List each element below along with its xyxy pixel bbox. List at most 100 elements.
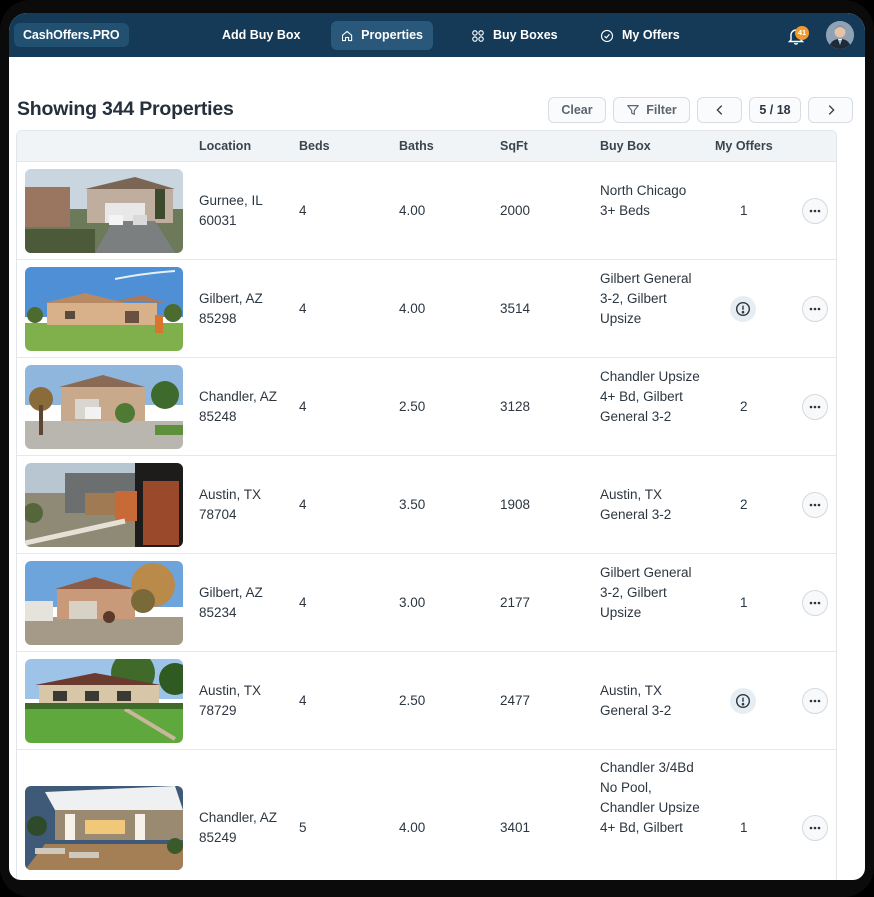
offers-count: 1 bbox=[740, 203, 748, 218]
sqft: 3128 bbox=[500, 399, 531, 414]
page-title: Showing 344 Properties bbox=[17, 98, 234, 120]
more-options-button[interactable] bbox=[802, 198, 828, 224]
baths: 4.00 bbox=[399, 203, 426, 218]
buy-box: Austin, TX General 3-2 bbox=[600, 487, 672, 522]
more-options-button[interactable] bbox=[802, 688, 828, 714]
offers-count: 2 bbox=[740, 399, 748, 414]
column-sqft[interactable]: SqFt bbox=[500, 139, 528, 153]
nav-my-offers[interactable]: My Offers bbox=[590, 21, 690, 50]
app-screen: CashOffers.PRO Add Buy Box Properties Bu… bbox=[9, 13, 865, 880]
location: Chandler, AZ 85248 bbox=[199, 389, 278, 424]
baths: 4.00 bbox=[399, 301, 426, 316]
more-horizontal-icon bbox=[809, 405, 821, 409]
sqft: 1908 bbox=[500, 497, 531, 512]
beds: 5 bbox=[299, 820, 307, 835]
more-options-button[interactable] bbox=[802, 296, 828, 322]
buy-box: Austin, TX General 3-2 bbox=[600, 683, 672, 718]
more-options-button[interactable] bbox=[802, 394, 828, 420]
sqft: 3401 bbox=[500, 820, 531, 835]
next-page-button[interactable] bbox=[808, 97, 853, 123]
table-row[interactable]: Austin, TX 78704 4 3.50 1908 Austin, TX … bbox=[17, 456, 836, 554]
nav-my-offers-label: My Offers bbox=[622, 28, 680, 42]
check-circle-icon bbox=[600, 29, 614, 42]
more-horizontal-icon bbox=[809, 699, 821, 703]
page-indicator: 5 / 18 bbox=[749, 97, 801, 123]
clear-button[interactable]: Clear bbox=[548, 97, 606, 123]
property-photo[interactable] bbox=[25, 267, 183, 351]
more-options-button[interactable] bbox=[802, 492, 828, 518]
home-icon bbox=[341, 30, 353, 41]
table-row[interactable]: Austin, TX 78729 4 2.50 2477 Austin, TX … bbox=[17, 652, 836, 750]
beds: 4 bbox=[299, 693, 307, 708]
location: Gilbert, AZ 85298 bbox=[199, 291, 263, 326]
clear-button-label: Clear bbox=[561, 103, 593, 117]
column-baths[interactable]: Baths bbox=[399, 139, 434, 153]
more-horizontal-icon bbox=[809, 503, 821, 507]
chevron-right-icon bbox=[828, 105, 835, 115]
filter-button[interactable]: Filter bbox=[613, 97, 690, 123]
no-offer-alert[interactable] bbox=[730, 688, 756, 714]
table-row[interactable]: Gurnee, IL 60031 4 4.00 2000 North Chica… bbox=[17, 162, 836, 260]
buy-box: Chandler 3/4Bd No Pool, Chandler Upsize … bbox=[600, 760, 700, 835]
beds: 4 bbox=[299, 203, 307, 218]
alert-circle-icon bbox=[735, 301, 751, 317]
sqft: 2000 bbox=[500, 203, 531, 218]
property-photo[interactable] bbox=[25, 561, 183, 645]
column-location[interactable]: Location bbox=[199, 139, 251, 153]
buy-box: Gilbert General 3-2, Gilbert Upsize bbox=[600, 271, 692, 326]
sqft: 2177 bbox=[500, 595, 531, 610]
more-horizontal-icon bbox=[809, 601, 821, 605]
offers-count: 1 bbox=[740, 595, 748, 610]
column-buy-box[interactable]: Buy Box bbox=[600, 139, 651, 153]
nav-properties[interactable]: Properties bbox=[331, 21, 433, 50]
table-row[interactable]: Chandler, AZ 85248 4 2.50 3128 Chandler … bbox=[17, 358, 836, 456]
brand-logo[interactable]: CashOffers.PRO bbox=[14, 23, 129, 47]
beds: 4 bbox=[299, 399, 307, 414]
device-frame: CashOffers.PRO Add Buy Box Properties Bu… bbox=[0, 0, 874, 897]
more-horizontal-icon bbox=[809, 826, 821, 830]
column-beds[interactable]: Beds bbox=[299, 139, 330, 153]
beds: 4 bbox=[299, 497, 307, 512]
property-photo[interactable] bbox=[25, 786, 183, 870]
prev-page-button[interactable] bbox=[697, 97, 742, 123]
avatar[interactable] bbox=[826, 21, 854, 49]
more-horizontal-icon bbox=[809, 209, 821, 213]
grid-icon bbox=[472, 29, 484, 42]
property-photo[interactable] bbox=[25, 365, 183, 449]
offers-count: 2 bbox=[740, 497, 748, 512]
baths: 4.00 bbox=[399, 820, 426, 835]
buy-box: Chandler Upsize 4+ Bd, Gilbert General 3… bbox=[600, 369, 700, 424]
no-offer-alert[interactable] bbox=[730, 296, 756, 322]
column-my-offers[interactable]: My Offers bbox=[715, 139, 773, 153]
table-row[interactable]: Gilbert, AZ 85298 4 4.00 3514 Gilbert Ge… bbox=[17, 260, 836, 358]
more-horizontal-icon bbox=[809, 307, 821, 311]
location: Chandler, AZ 85249 bbox=[199, 810, 278, 845]
baths: 2.50 bbox=[399, 399, 426, 414]
baths: 2.50 bbox=[399, 693, 426, 708]
sqft: 3514 bbox=[500, 301, 531, 316]
beds: 4 bbox=[299, 595, 307, 610]
buy-box: North Chicago 3+ Beds bbox=[600, 183, 687, 218]
property-photo[interactable] bbox=[25, 169, 183, 253]
nav-buy-boxes-label: Buy Boxes bbox=[493, 28, 558, 42]
buy-box: Gilbert General 3-2, Gilbert Upsize bbox=[600, 565, 692, 620]
location: Austin, TX 78704 bbox=[199, 487, 262, 522]
location: Austin, TX 78729 bbox=[199, 683, 262, 718]
more-options-button[interactable] bbox=[802, 815, 828, 841]
top-nav: CashOffers.PRO Add Buy Box Properties Bu… bbox=[9, 13, 865, 57]
table-row[interactable]: Gilbert, AZ 85234 4 3.00 2177 Gilbert Ge… bbox=[17, 554, 836, 652]
properties-table: Location Beds Baths SqFt Buy Box My Offe… bbox=[16, 130, 837, 880]
table-row[interactable]: Chandler, AZ 85249 5 4.00 3401 Chandler … bbox=[17, 750, 836, 880]
baths: 3.00 bbox=[399, 595, 426, 610]
property-photo[interactable] bbox=[25, 463, 183, 547]
nav-buy-boxes[interactable]: Buy Boxes bbox=[461, 21, 568, 50]
nav-add-buy-box[interactable]: Add Buy Box bbox=[212, 21, 310, 50]
property-photo[interactable] bbox=[25, 659, 183, 743]
filter-icon bbox=[627, 105, 640, 115]
table-header: Location Beds Baths SqFt Buy Box My Offe… bbox=[17, 131, 836, 162]
more-options-button[interactable] bbox=[802, 590, 828, 616]
chevron-left-icon bbox=[715, 105, 722, 115]
location: Gurnee, IL 60031 bbox=[199, 193, 263, 228]
filter-button-label: Filter bbox=[646, 103, 677, 117]
alert-circle-icon bbox=[735, 693, 751, 709]
